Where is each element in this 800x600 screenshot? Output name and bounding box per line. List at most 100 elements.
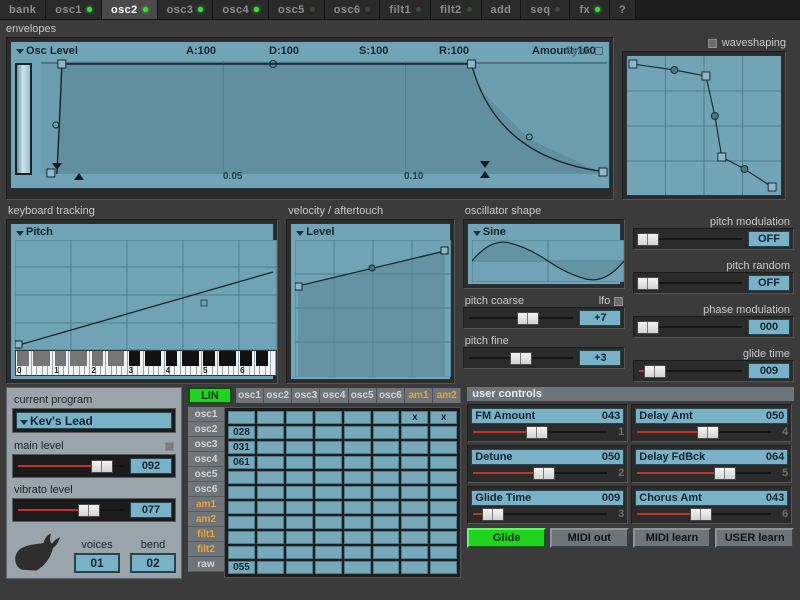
pitch-coarse-slider-row[interactable]: +7 <box>463 307 626 329</box>
chevron-down-icon[interactable] <box>16 49 24 54</box>
matrix-cell[interactable] <box>430 471 457 484</box>
chevron-down-icon[interactable] <box>296 231 304 236</box>
user-control-knob[interactable] <box>690 508 712 521</box>
piano-key[interactable] <box>271 351 276 375</box>
user-control-track[interactable] <box>635 467 773 479</box>
matrix-cell[interactable] <box>373 531 400 544</box>
matrix-cell[interactable] <box>373 426 400 439</box>
user-control-knob[interactable] <box>533 467 555 480</box>
tab-fx[interactable]: fx <box>570 0 610 19</box>
pitch-coarse-value[interactable]: +7 <box>579 310 621 326</box>
modulation-track[interactable] <box>637 277 744 289</box>
matrix-cell[interactable] <box>286 561 313 574</box>
envelope-curve-name[interactable]: Osc Level <box>26 45 78 57</box>
matrix-cell[interactable]: x <box>401 411 428 424</box>
matrix-row-header[interactable]: osc2 <box>188 422 224 437</box>
user-control-2[interactable]: Detune0502 <box>467 445 628 483</box>
matrix-row-header[interactable]: osc1 <box>188 407 224 422</box>
matrix-mode-button[interactable]: LIN <box>188 387 232 404</box>
matrix-cell[interactable] <box>401 426 428 439</box>
matrix-cell[interactable] <box>430 531 457 544</box>
voices-value[interactable]: 01 <box>74 553 120 573</box>
matrix-cell[interactable] <box>257 516 284 529</box>
matrix-cell[interactable] <box>286 456 313 469</box>
matrix-cell[interactable] <box>401 471 428 484</box>
envelope-marker-attack-bottom[interactable] <box>74 173 84 180</box>
matrix-cell[interactable] <box>373 441 400 454</box>
matrix-cell[interactable] <box>401 531 428 544</box>
piano-key[interactable]: 1 <box>53 351 58 375</box>
modulation-knob[interactable] <box>644 365 666 378</box>
user-control-lcd[interactable]: Delay Amt050 <box>635 408 788 424</box>
tab-filt1[interactable]: filt1 <box>380 0 431 19</box>
envelope-sync-toggle[interactable]: Sync <box>565 45 603 57</box>
matrix-cell[interactable] <box>257 411 284 424</box>
piano-key[interactable]: 6 <box>239 351 244 375</box>
matrix-cell[interactable] <box>315 561 342 574</box>
tab-osc4[interactable]: osc4 <box>213 0 269 19</box>
user-control-lcd[interactable]: Delay FdBck064 <box>635 449 788 465</box>
modulation-knob[interactable] <box>637 233 659 246</box>
matrix-cell[interactable] <box>257 531 284 544</box>
envelope-attack[interactable]: A:100 <box>186 45 216 57</box>
matrix-cell[interactable] <box>430 561 457 574</box>
tab-add[interactable]: add <box>482 0 522 19</box>
piano-black-key[interactable] <box>193 351 199 366</box>
modulation-value[interactable]: 009 <box>748 363 790 379</box>
matrix-cell[interactable] <box>373 516 400 529</box>
matrix-cell[interactable] <box>373 501 400 514</box>
matrix-cell[interactable] <box>344 561 371 574</box>
matrix-cell[interactable] <box>373 456 400 469</box>
main-level-value[interactable]: 092 <box>130 458 172 474</box>
modulation-knob[interactable] <box>637 321 659 334</box>
user-control-track[interactable] <box>635 508 773 520</box>
matrix-row-header[interactable]: raw <box>188 557 224 572</box>
waveshaping-panel[interactable]: waveshaping <box>622 37 786 200</box>
pitch-fine-slider-row[interactable]: +3 <box>463 347 626 369</box>
kt-curve-name[interactable]: Pitch <box>26 226 53 238</box>
matrix-cell[interactable] <box>344 531 371 544</box>
envelope-sustain[interactable]: S:100 <box>359 45 388 57</box>
matrix-cell[interactable] <box>315 486 342 499</box>
matrix-column-header[interactable]: osc4 <box>320 388 348 403</box>
matrix-cell[interactable] <box>373 411 400 424</box>
matrix-column-header[interactable]: osc6 <box>377 388 405 403</box>
matrix-cell[interactable] <box>228 486 255 499</box>
matrix-cell[interactable] <box>344 441 371 454</box>
matrix-cell[interactable] <box>286 486 313 499</box>
main-level-track[interactable] <box>16 460 126 472</box>
piano-key[interactable]: 2 <box>90 351 95 375</box>
user-control-track[interactable] <box>471 508 609 520</box>
piano-key[interactable]: 0 <box>16 351 21 375</box>
osc-shape-header[interactable]: Sine <box>468 224 621 240</box>
modulation-value[interactable]: OFF <box>748 231 790 247</box>
matrix-cell[interactable] <box>401 441 428 454</box>
matrix-cell[interactable] <box>228 546 255 559</box>
matrix-cell[interactable] <box>430 516 457 529</box>
matrix-cell[interactable] <box>430 546 457 559</box>
modulation-slider-row[interactable]: 000 <box>633 316 794 338</box>
user-control-knob[interactable] <box>526 426 548 439</box>
osc-shape-name[interactable]: Sine <box>483 226 506 238</box>
piano-key[interactable]: 4 <box>165 351 170 375</box>
user-control-5[interactable]: Delay FdBck0645 <box>631 445 792 483</box>
chevron-down-icon[interactable] <box>20 420 28 425</box>
matrix-cell[interactable] <box>401 516 428 529</box>
user-control-lcd[interactable]: FM Amount043 <box>471 408 624 424</box>
modulation-track[interactable] <box>637 365 744 377</box>
tab-osc2[interactable]: osc2 <box>102 0 158 19</box>
vibrato-slider-row[interactable]: 077 <box>12 498 176 522</box>
user-control-4[interactable]: Delay Amt0504 <box>631 404 792 442</box>
user-control-knob[interactable] <box>482 508 504 521</box>
matrix-cell[interactable] <box>286 471 313 484</box>
matrix-column-header[interactable]: am1 <box>405 388 433 403</box>
matrix-cell[interactable] <box>315 426 342 439</box>
tab-seq[interactable]: seq <box>521 0 570 19</box>
matrix-cell[interactable] <box>315 546 342 559</box>
modulation-slider-row[interactable]: OFF <box>633 228 794 250</box>
matrix-cell[interactable] <box>344 516 371 529</box>
matrix-cell[interactable] <box>344 501 371 514</box>
matrix-column-header[interactable]: am2 <box>433 388 461 403</box>
oscillator-shape-display[interactable]: Sine <box>467 223 622 285</box>
matrix-cell[interactable]: 061 <box>228 456 255 469</box>
